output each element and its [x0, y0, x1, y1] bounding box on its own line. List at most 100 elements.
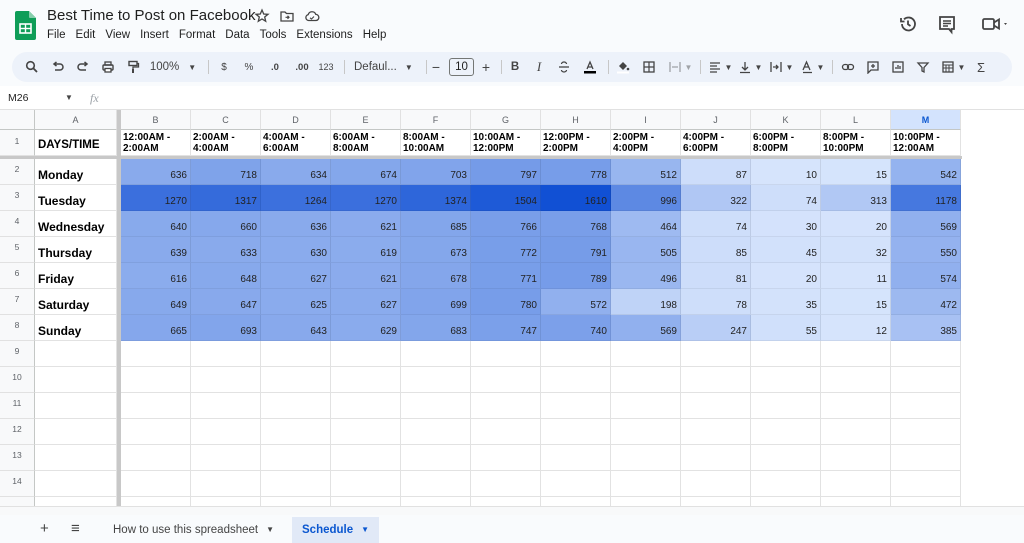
empty-cell[interactable]	[401, 471, 471, 497]
document-title[interactable]: Best Time to Post on Facebook	[47, 7, 255, 24]
heatmap-cell[interactable]: 621	[331, 263, 401, 289]
empty-cell[interactable]	[751, 393, 821, 419]
row-header-8[interactable]: 8	[0, 315, 35, 341]
heatmap-cell[interactable]: 322	[681, 185, 751, 211]
column-header-g[interactable]: G	[471, 110, 541, 130]
empty-cell[interactable]	[121, 419, 191, 445]
star-icon[interactable]	[254, 8, 270, 24]
heatmap-cell[interactable]: 1374	[401, 185, 471, 211]
empty-cell[interactable]	[35, 445, 117, 471]
heatmap-cell[interactable]: 660	[191, 211, 261, 237]
empty-cell[interactable]	[401, 419, 471, 445]
heatmap-cell[interactable]: 74	[751, 185, 821, 211]
empty-cell[interactable]	[35, 341, 117, 367]
empty-cell[interactable]	[121, 341, 191, 367]
heatmap-cell[interactable]: 385	[891, 315, 961, 341]
empty-cell[interactable]	[401, 445, 471, 471]
empty-cell[interactable]	[261, 341, 331, 367]
empty-cell[interactable]	[261, 419, 331, 445]
heatmap-cell[interactable]: 621	[331, 211, 401, 237]
time-slot-header[interactable]: 4:00PM -6:00PM	[681, 130, 751, 156]
empty-cell[interactable]	[821, 445, 891, 471]
fill-color-icon[interactable]	[615, 59, 631, 75]
heatmap-cell[interactable]: 636	[121, 159, 191, 185]
menu-view[interactable]: View	[100, 28, 135, 42]
heatmap-cell[interactable]: 1270	[331, 185, 401, 211]
empty-cell[interactable]	[35, 393, 117, 419]
row-header-13[interactable]: 13	[0, 445, 35, 471]
heatmap-cell[interactable]: 643	[261, 315, 331, 341]
heatmap-cell[interactable]: 20	[751, 263, 821, 289]
menu-extensions[interactable]: Extensions	[291, 28, 357, 42]
text-rotation-icon[interactable]: ▼	[799, 59, 825, 75]
empty-cell[interactable]	[611, 367, 681, 393]
time-slot-header[interactable]: 4:00AM -6:00AM	[261, 130, 331, 156]
empty-cell[interactable]	[681, 393, 751, 419]
empty-cell[interactable]	[401, 367, 471, 393]
heatmap-cell[interactable]: 639	[121, 237, 191, 263]
column-header-e[interactable]: E	[331, 110, 401, 130]
empty-cell[interactable]	[541, 341, 611, 367]
add-sheet-button[interactable]: +	[40, 520, 49, 537]
empty-cell[interactable]	[261, 445, 331, 471]
empty-cell[interactable]	[541, 471, 611, 497]
search-menus-icon[interactable]	[24, 59, 40, 75]
currency-format-button[interactable]: $	[218, 59, 230, 75]
empty-cell[interactable]	[821, 393, 891, 419]
heatmap-cell[interactable]: 633	[191, 237, 261, 263]
heatmap-cell[interactable]: 464	[611, 211, 681, 237]
empty-cell[interactable]	[191, 393, 261, 419]
print-icon[interactable]	[100, 59, 116, 75]
menu-tools[interactable]: Tools	[255, 28, 292, 42]
heatmap-cell[interactable]: 11	[821, 263, 891, 289]
heatmap-cell[interactable]: 703	[401, 159, 471, 185]
time-slot-header[interactable]: 10:00AM -12:00PM	[471, 130, 541, 156]
heatmap-cell[interactable]: 313	[821, 185, 891, 211]
row-header-11[interactable]: 11	[0, 393, 35, 419]
heatmap-cell[interactable]: 505	[611, 237, 681, 263]
empty-cell[interactable]	[261, 367, 331, 393]
empty-cell[interactable]	[35, 367, 117, 393]
sheet-tab-how-to-use[interactable]: How to use this spreadsheet ▼	[103, 517, 284, 543]
time-slot-header[interactable]: 10:00PM -12:00AM	[891, 130, 961, 156]
heatmap-cell[interactable]: 766	[471, 211, 541, 237]
insert-link-icon[interactable]	[840, 59, 856, 75]
heatmap-cell[interactable]: 1610	[541, 185, 611, 211]
empty-cell[interactable]	[261, 471, 331, 497]
heatmap-cell[interactable]: 685	[401, 211, 471, 237]
empty-cell[interactable]	[261, 393, 331, 419]
time-slot-header[interactable]: 6:00AM -8:00AM	[331, 130, 401, 156]
empty-cell[interactable]	[191, 341, 261, 367]
time-slot-header[interactable]: 12:00PM -2:00PM	[541, 130, 611, 156]
font-family-select[interactable]: Defaul... ▼	[354, 59, 416, 75]
heatmap-cell[interactable]: 12	[821, 315, 891, 341]
chevron-down-icon[interactable]: ▼	[266, 525, 274, 534]
percent-format-button[interactable]: %	[242, 59, 256, 75]
heatmap-cell[interactable]: 10	[751, 159, 821, 185]
heatmap-cell[interactable]: 636	[261, 211, 331, 237]
empty-cell[interactable]	[121, 445, 191, 471]
heatmap-cell[interactable]: 247	[681, 315, 751, 341]
heatmap-cell[interactable]: 678	[401, 263, 471, 289]
empty-cell[interactable]	[331, 393, 401, 419]
empty-cell[interactable]	[121, 393, 191, 419]
empty-cell[interactable]	[471, 393, 541, 419]
insert-comment-icon[interactable]	[865, 59, 881, 75]
heatmap-cell[interactable]: 699	[401, 289, 471, 315]
heatmap-cell[interactable]: 81	[681, 263, 751, 289]
heatmap-cell[interactable]: 472	[891, 289, 961, 315]
empty-cell[interactable]	[611, 445, 681, 471]
borders-icon[interactable]	[641, 59, 657, 75]
empty-cell[interactable]	[191, 445, 261, 471]
menu-help[interactable]: Help	[358, 28, 392, 42]
menu-file[interactable]: File	[42, 28, 71, 42]
heatmap-cell[interactable]: 542	[891, 159, 961, 185]
day-label-wednesday[interactable]: Wednesday	[35, 211, 117, 237]
heatmap-cell[interactable]: 634	[261, 159, 331, 185]
heatmap-cell[interactable]: 649	[121, 289, 191, 315]
vertical-align-icon[interactable]: ▼	[737, 59, 763, 75]
heatmap-cell[interactable]: 1178	[891, 185, 961, 211]
increase-font-size-icon[interactable]: +	[480, 59, 492, 75]
heatmap-cell[interactable]: 85	[681, 237, 751, 263]
row-header-2[interactable]: 2	[0, 159, 35, 185]
